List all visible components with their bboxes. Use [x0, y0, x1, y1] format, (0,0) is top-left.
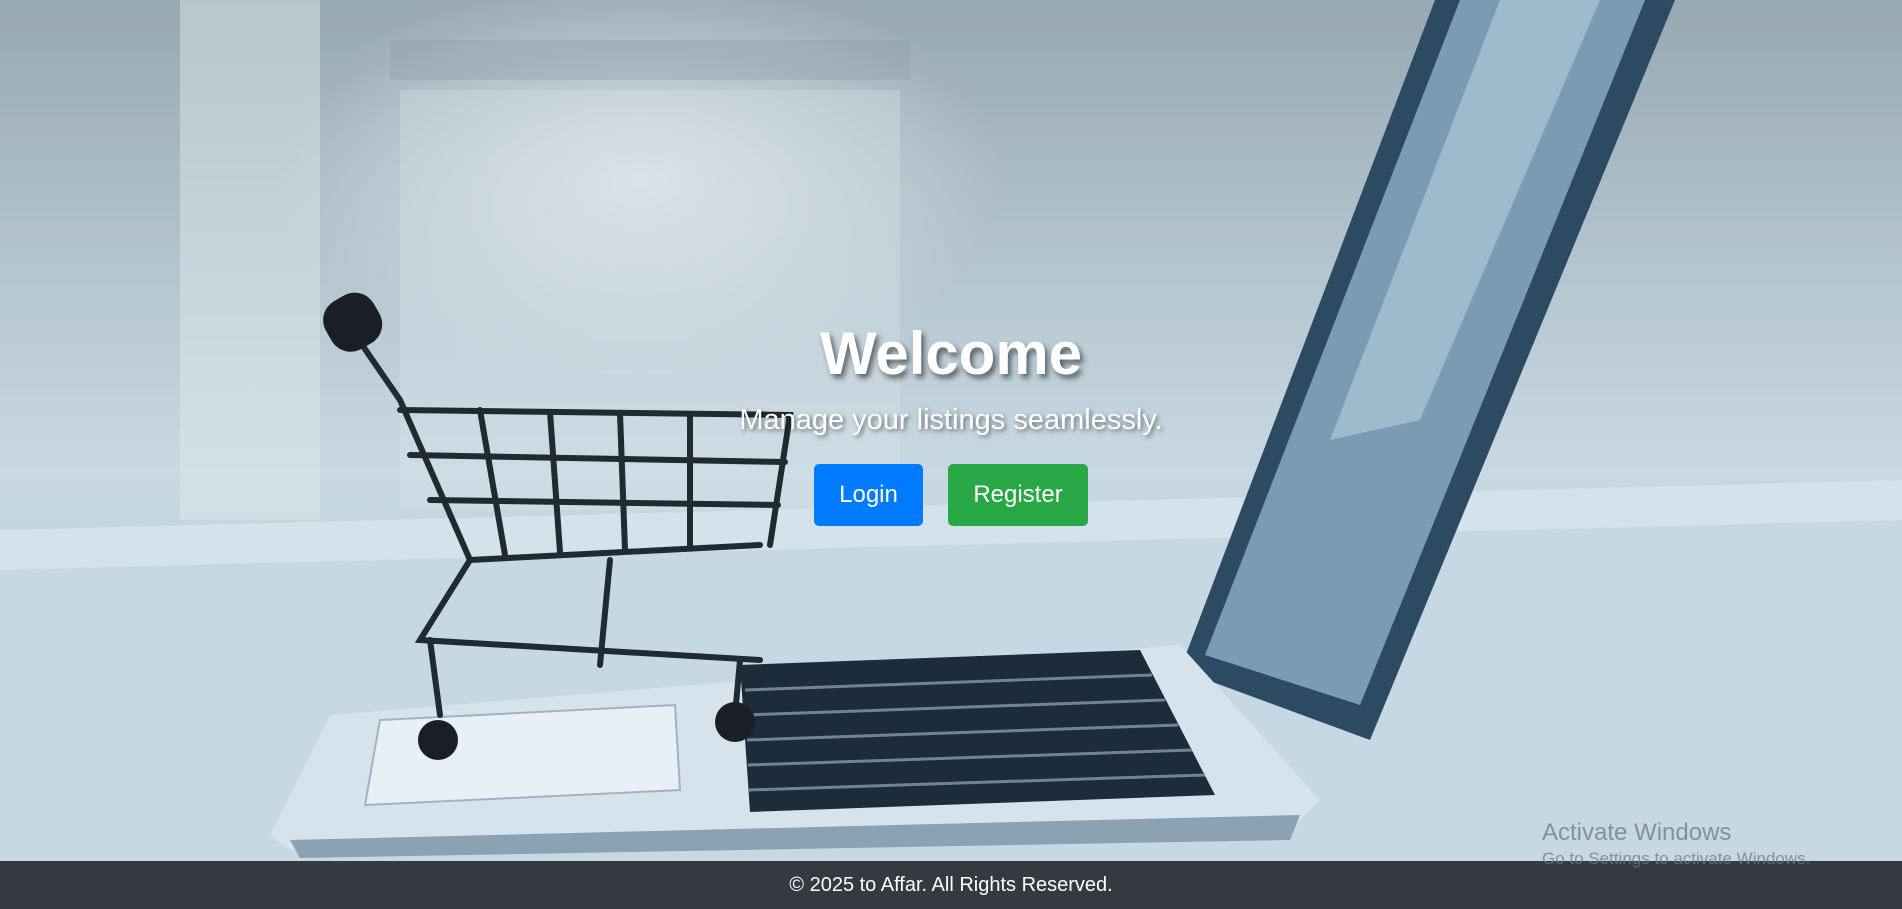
auth-buttons: Login Register [0, 464, 1902, 526]
register-button[interactable]: Register [948, 464, 1088, 526]
hero-subtitle: Manage your listings seamlessly. [739, 404, 1163, 436]
activate-windows-watermark: Activate Windows Go to Settings to activ… [1542, 818, 1810, 870]
hero-content: Welcome Manage your listings seamlessly.… [0, 318, 1902, 526]
footer-copyright: © 2025 to Affar. All Rights Reserved. [789, 874, 1113, 896]
watermark-subtitle: Go to Settings to activate Windows. [1542, 849, 1811, 868]
welcome-title: Welcome [819, 320, 1083, 387]
watermark-title: Activate Windows [1542, 819, 1732, 846]
login-button[interactable]: Login [814, 464, 923, 526]
